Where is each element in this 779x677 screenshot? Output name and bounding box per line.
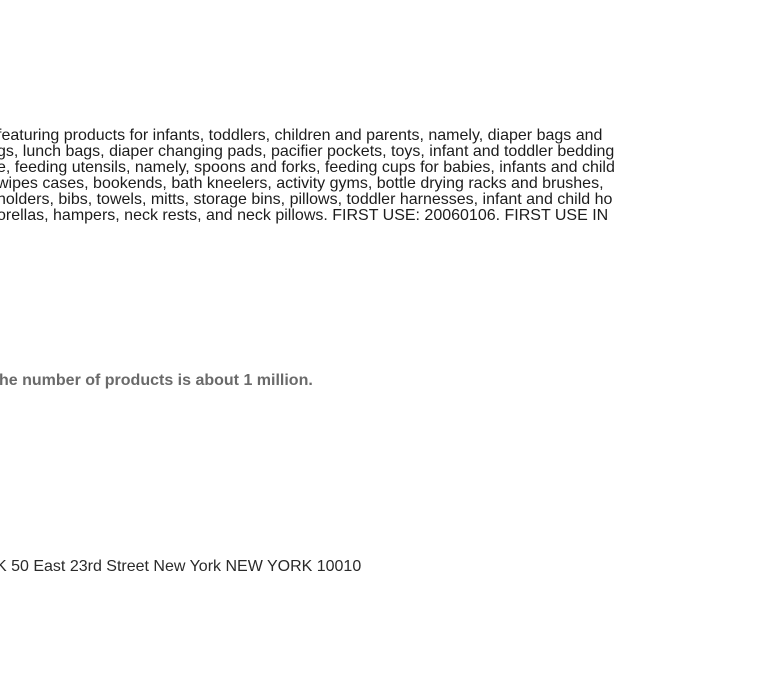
product-count-note: he number of products is about 1 million… [0,372,313,389]
goods-services-line: gs, lunch bags, diaper changing pads, pa… [0,143,615,160]
goods-services-line: wipes cases, bookends, bath kneelers, ac… [0,175,604,192]
goods-services-line: holders, bibs, towels, mitts, storage bi… [0,191,613,208]
goods-services-line: e, feeding utensils, namely, spoons and … [0,159,615,176]
goods-services-line: orellas, hampers, neck rests, and neck p… [0,207,609,224]
goods-services-line: featuring products for infants, toddlers… [0,127,603,144]
document-page: featuring products for infants, toddlers… [0,0,779,677]
goods-and-services-text: featuring products for infants, toddlers… [0,128,615,224]
owner-address: K 50 East 23rd Street New York NEW YORK … [0,558,362,575]
